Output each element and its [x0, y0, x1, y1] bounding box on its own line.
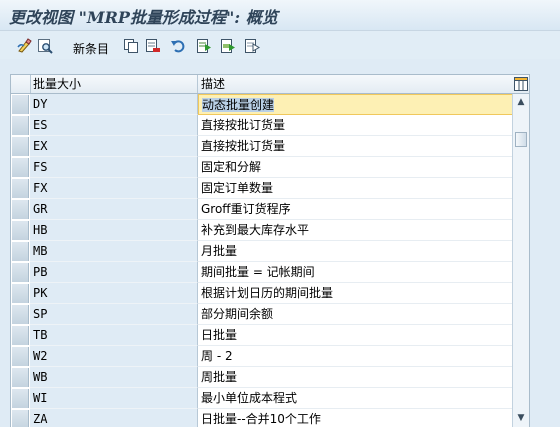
application-toolbar: 新条目	[0, 31, 560, 59]
row-selector[interactable]	[12, 158, 29, 177]
description-input[interactable]: Groff重订货程序	[198, 199, 513, 220]
display-change-icon[interactable]	[17, 38, 33, 54]
table-row[interactable]: FX 固定订单数量	[11, 178, 513, 199]
table-row[interactable]: PB 期间批量 = 记帐期间	[11, 262, 513, 283]
table-row[interactable]: ES 直接按批订货量	[11, 115, 513, 136]
select-block-icon[interactable]	[220, 38, 236, 54]
table-row[interactable]: MB 月批量	[11, 241, 513, 262]
new-entries-button[interactable]: 新条目	[73, 40, 109, 57]
row-selector[interactable]	[12, 179, 29, 198]
lot-size-cell: GR	[30, 199, 198, 220]
description-input[interactable]: 补充到最大库存水平	[198, 220, 513, 241]
undo-icon[interactable]	[170, 38, 186, 54]
lot-size-cell: PK	[30, 283, 198, 304]
description-input[interactable]: 固定和分解	[198, 157, 513, 178]
find-icon[interactable]	[37, 38, 53, 54]
row-selector[interactable]	[12, 368, 29, 387]
table-row[interactable]: PK 根据计划日历的期间批量	[11, 283, 513, 304]
table-row[interactable]: DY 动态批量创建	[11, 94, 513, 115]
lot-size-cell: FS	[30, 157, 198, 178]
scroll-thumb[interactable]	[515, 132, 527, 147]
row-selector[interactable]	[12, 410, 29, 427]
lot-size-cell: TB	[30, 325, 198, 346]
lot-size-cell: MB	[30, 241, 198, 262]
description-input[interactable]: 动态批量创建	[198, 94, 513, 115]
lot-size-cell: FX	[30, 178, 198, 199]
row-selector[interactable]	[12, 95, 29, 114]
row-selector[interactable]	[12, 116, 29, 135]
description-input[interactable]: 期间批量 = 记帐期间	[198, 262, 513, 283]
lot-size-cell: HB	[30, 220, 198, 241]
row-selector[interactable]	[12, 284, 29, 303]
lot-size-cell: EX	[30, 136, 198, 157]
table-row[interactable]: WB 周批量	[11, 367, 513, 388]
column-header-description[interactable]: 描述	[198, 75, 512, 93]
select-all-icon[interactable]	[196, 38, 212, 54]
page-title: 更改视图 "MRP批量形成过程": 概览	[9, 8, 278, 27]
description-input[interactable]: 日批量--合并10个工作	[198, 409, 513, 427]
delete-icon[interactable]	[145, 38, 161, 54]
table-row[interactable]: W2 周 - 2	[11, 346, 513, 367]
table-row[interactable]: EX 直接按批订货量	[11, 136, 513, 157]
row-selector[interactable]	[12, 221, 29, 240]
row-selector[interactable]	[12, 137, 29, 156]
row-selector[interactable]	[12, 389, 29, 408]
table-header: 批量大小 描述	[11, 75, 529, 94]
row-selector[interactable]	[12, 305, 29, 324]
table-settings-icon[interactable]	[513, 76, 529, 92]
row-selector[interactable]	[12, 326, 29, 345]
description-input[interactable]: 周批量	[198, 367, 513, 388]
table-row[interactable]: SP 部分期间余额	[11, 304, 513, 325]
lot-size-cell: SP	[30, 304, 198, 325]
lot-size-cell: W2	[30, 346, 198, 367]
deselect-all-icon[interactable]	[244, 38, 260, 54]
row-selector[interactable]	[12, 200, 29, 219]
table-row[interactable]: HB 补充到最大库存水平	[11, 220, 513, 241]
description-input[interactable]: 直接按批订货量	[198, 136, 513, 157]
description-input[interactable]: 根据计划日历的期间批量	[198, 283, 513, 304]
table-body: DY 动态批量创建 ES 直接按批订货量 EX 直接按批订货量 FS 固定和分解 FX 固定订单数…	[11, 94, 513, 427]
table-row[interactable]: GR Groff重订货程序	[11, 199, 513, 220]
description-input[interactable]: 部分期间余额	[198, 304, 513, 325]
description-input[interactable]: 固定订单数量	[198, 178, 513, 199]
row-selector[interactable]	[12, 347, 29, 366]
title-bar: 更改视图 "MRP批量形成过程": 概览	[0, 0, 560, 31]
row-selector[interactable]	[12, 242, 29, 261]
description-input[interactable]: 日批量	[198, 325, 513, 346]
select-all-rows-button[interactable]	[11, 75, 31, 93]
column-header-lot-size[interactable]: 批量大小	[30, 75, 198, 93]
row-selector[interactable]	[12, 263, 29, 282]
table-row[interactable]: WI 最小单位成本程式	[11, 388, 513, 409]
focus-corner-marker	[199, 95, 203, 99]
copy-icon[interactable]	[123, 38, 139, 54]
description-input[interactable]: 直接按批订货量	[198, 115, 513, 136]
lot-size-cell: WB	[30, 367, 198, 388]
table-control: 批量大小 描述 DY 动态批量创建 ES 直接按批订货量 EX 直接按批订货量 FS 固定和分…	[10, 74, 530, 427]
lot-size-cell: PB	[30, 262, 198, 283]
table-row[interactable]: ZA 日批量--合并10个工作	[11, 409, 513, 427]
lot-size-cell: ES	[30, 115, 198, 136]
table-row[interactable]: FS 固定和分解	[11, 157, 513, 178]
scroll-down-icon[interactable]: ▼	[514, 411, 528, 425]
description-input[interactable]: 最小单位成本程式	[198, 388, 513, 409]
lot-size-cell: DY	[30, 94, 198, 115]
lot-size-cell: WI	[30, 388, 198, 409]
description-input[interactable]: 月批量	[198, 241, 513, 262]
scroll-up-icon[interactable]: ▲	[514, 95, 528, 109]
selected-text: 动态批量创建	[202, 98, 275, 112]
lot-size-cell: ZA	[30, 409, 198, 427]
vertical-scrollbar[interactable]: ▲ ▼	[512, 94, 529, 427]
table-row[interactable]: TB 日批量	[11, 325, 513, 346]
description-input[interactable]: 周 - 2	[198, 346, 513, 367]
